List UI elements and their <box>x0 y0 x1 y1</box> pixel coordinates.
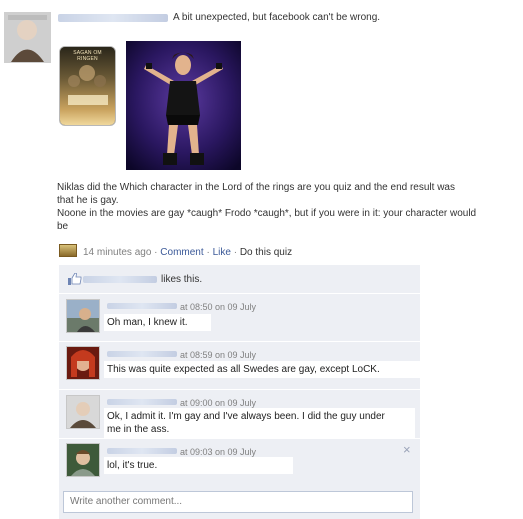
comment-link[interactable]: Comment <box>160 247 203 258</box>
commenter-name-redacted[interactable] <box>107 351 177 357</box>
divider <box>59 438 420 439</box>
meta-separator: · <box>233 247 238 258</box>
comment-text: lol, it's true. <box>104 457 293 474</box>
comment-time[interactable]: at 09:03 on 09 July <box>180 447 256 457</box>
poster-title: SAGAN OM RINGEN <box>73 50 102 62</box>
write-comment-input[interactable]: Write another comment... <box>63 491 413 513</box>
meta-separator: · <box>154 247 158 258</box>
post-description: Niklas did the Which character in the Lo… <box>57 181 517 233</box>
comment-text: This was quite expected as all Swedes ar… <box>104 361 421 378</box>
commenter-avatar[interactable] <box>66 346 100 380</box>
poster-name-redacted[interactable] <box>58 14 168 22</box>
comment-text: Ok, I admit it. I'm gay and I've always … <box>104 408 415 438</box>
description-line: that he is gay. <box>57 195 119 206</box>
divider <box>59 341 420 342</box>
do-quiz-link[interactable]: Do this quiz <box>240 247 292 258</box>
commenter-avatar[interactable] <box>66 443 100 477</box>
commenter-name-redacted[interactable] <box>107 303 177 309</box>
commenter-avatar[interactable] <box>66 299 100 333</box>
comment-text-line: Ok, I admit it. I'm gay and I've always … <box>107 411 385 422</box>
liker-name-redacted[interactable] <box>83 276 157 283</box>
description-line: be <box>57 221 69 232</box>
comment-text-line: me in the ass. <box>107 424 170 435</box>
divider <box>59 389 420 390</box>
movie-poster-thumbnail[interactable]: SAGAN OM RINGEN <box>59 46 116 126</box>
post-timestamp[interactable]: 14 minutes ago <box>83 247 151 258</box>
comment-text: Oh man, I knew it. <box>104 314 211 331</box>
commenter-name-redacted[interactable] <box>107 399 177 405</box>
commenter-avatar[interactable] <box>66 395 100 429</box>
comment-time[interactable]: at 08:59 on 09 July <box>180 350 256 360</box>
commenter-name-redacted[interactable] <box>107 448 177 454</box>
poster-avatar[interactable] <box>4 12 51 63</box>
quiz-icon <box>59 244 77 257</box>
delete-icon[interactable]: × <box>403 443 411 457</box>
comment-placeholder: Write another comment... <box>70 496 183 507</box>
like-link[interactable]: Like <box>213 247 231 258</box>
description-line: Niklas did the Which character in the Lo… <box>57 182 455 193</box>
comment-time[interactable]: at 09:00 on 09 July <box>180 398 256 408</box>
comment-time[interactable]: at 08:50 on 09 July <box>180 302 256 312</box>
thumbs-up-icon <box>68 272 82 288</box>
post-meta: 14 minutes ago · Comment · Like · Do thi… <box>59 244 292 258</box>
meta-separator: · <box>206 247 210 258</box>
divider <box>59 293 420 294</box>
quiz-result-image[interactable] <box>126 41 241 170</box>
likes-text: likes this. <box>161 274 203 285</box>
status-text: A bit unexpected, but facebook can't be … <box>173 12 381 23</box>
description-line: Noone in the movies are gay *caugh* Frod… <box>57 208 477 219</box>
